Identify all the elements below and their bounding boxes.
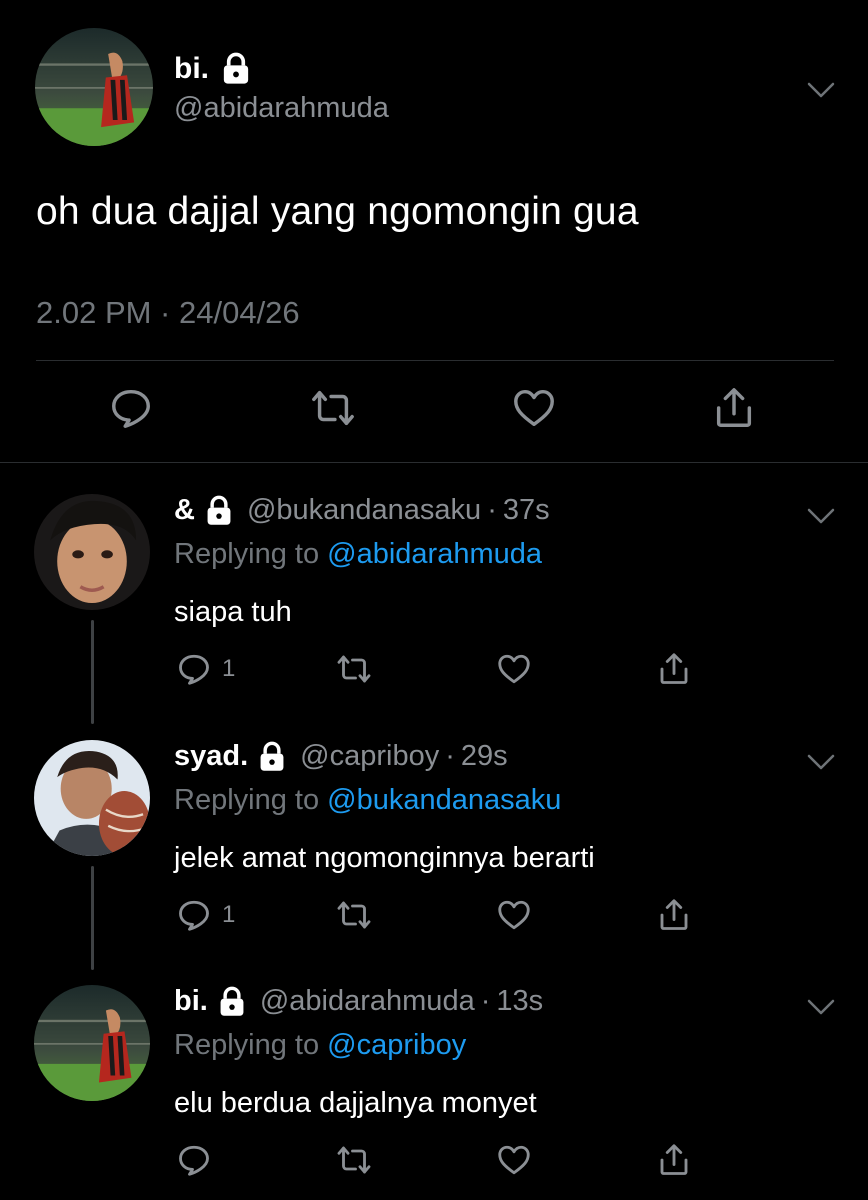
reply-icon[interactable] — [176, 651, 212, 687]
reply-header: bi. @abidarahmuda · 13s — [174, 985, 543, 1018]
retweet-icon[interactable] — [336, 897, 372, 933]
reply-text: jelek amat ngomonginnya berarti — [174, 842, 595, 874]
share-icon[interactable] — [656, 651, 692, 687]
like-icon[interactable] — [496, 651, 532, 687]
reply-actions: 1 — [0, 651, 868, 691]
reply-time: 29s — [460, 740, 508, 772]
like-icon[interactable] — [496, 1142, 532, 1178]
reply-tweet[interactable]: & @bukandanasaku · 37s Replying to @abid… — [0, 466, 868, 711]
separator: · — [487, 494, 497, 526]
share-icon[interactable] — [711, 385, 757, 431]
user-handle[interactable]: @abidarahmuda — [174, 92, 389, 125]
lock-icon — [218, 986, 246, 1018]
avatar[interactable] — [34, 740, 150, 856]
main-tweet: bi. @abidarahmuda oh dua dajjal yang ngo… — [0, 0, 868, 462]
display-name[interactable]: syad. — [174, 740, 248, 773]
chevron-down-icon[interactable] — [806, 997, 836, 1017]
mention-link[interactable]: @abidarahmuda — [327, 538, 542, 570]
replying-to: Replying to @bukandanasaku — [174, 784, 561, 817]
reply-time: 13s — [496, 985, 544, 1017]
chevron-down-icon[interactable] — [806, 80, 836, 100]
chevron-down-icon[interactable] — [806, 506, 836, 526]
mention-link[interactable]: @capriboy — [327, 1029, 466, 1061]
chevron-down-icon[interactable] — [806, 752, 836, 772]
divider — [0, 462, 868, 463]
reply-icon[interactable] — [176, 1142, 212, 1178]
display-name[interactable]: bi. — [174, 985, 208, 1018]
mention-link[interactable]: @bukandanasaku — [327, 784, 561, 816]
replying-to-label: Replying to — [174, 784, 328, 816]
reply-actions: 1 — [0, 897, 868, 937]
display-name[interactable]: & — [174, 494, 195, 527]
retweet-icon[interactable] — [336, 1142, 372, 1178]
avatar[interactable] — [34, 985, 150, 1101]
reply-icon[interactable] — [176, 897, 212, 933]
share-icon[interactable] — [656, 897, 692, 933]
replying-to-label: Replying to — [174, 538, 328, 570]
display-name[interactable]: bi. — [174, 52, 209, 86]
lock-icon — [205, 495, 233, 527]
reply-count: 1 — [222, 901, 236, 928]
replying-to-label: Replying to — [174, 1029, 328, 1061]
reply-count: 1 — [222, 655, 236, 682]
avatar[interactable] — [34, 494, 150, 610]
reply-time: 37s — [502, 494, 550, 526]
replying-to: Replying to @capriboy — [174, 1029, 466, 1062]
retweet-icon[interactable] — [336, 651, 372, 687]
replying-to: Replying to @abidarahmuda — [174, 538, 542, 571]
avatar[interactable] — [35, 28, 153, 146]
lock-icon — [221, 52, 251, 86]
like-icon[interactable] — [511, 385, 557, 431]
separator: · — [480, 985, 491, 1017]
user-handle[interactable]: @bukandanasaku — [247, 494, 481, 527]
reply-tweet[interactable]: bi. @abidarahmuda · 13s Replying to @cap… — [0, 957, 868, 1200]
reply-text: siapa tuh — [174, 596, 292, 628]
tweet-text: oh dua dajjal yang ngomongin gua — [36, 190, 639, 233]
separator: · — [445, 740, 455, 772]
reply-header: & @bukandanasaku · 37s — [174, 494, 550, 527]
reply-actions — [0, 1142, 868, 1182]
user-handle[interactable]: @abidarahmuda — [260, 985, 475, 1018]
user-handle[interactable]: @capriboy — [300, 740, 439, 773]
like-icon[interactable] — [496, 897, 532, 933]
display-name-row: bi. — [174, 52, 251, 86]
divider — [36, 360, 834, 361]
reply-icon[interactable] — [108, 385, 154, 431]
lock-icon — [258, 741, 286, 773]
retweet-icon[interactable] — [310, 385, 356, 431]
tweet-actions — [0, 385, 868, 441]
reply-header: syad. @capriboy · 29s — [174, 740, 508, 773]
tweet-timestamp[interactable]: 2.02 PM · 24/04/26 — [36, 295, 300, 331]
tweet-thread-view: bi. @abidarahmuda oh dua dajjal yang ngo… — [0, 0, 868, 1200]
reply-text: elu berdua dajjalnya monyet — [174, 1087, 537, 1119]
share-icon[interactable] — [656, 1142, 692, 1178]
reply-tweet[interactable]: syad. @capriboy · 29s Replying to @bukan… — [0, 712, 868, 957]
